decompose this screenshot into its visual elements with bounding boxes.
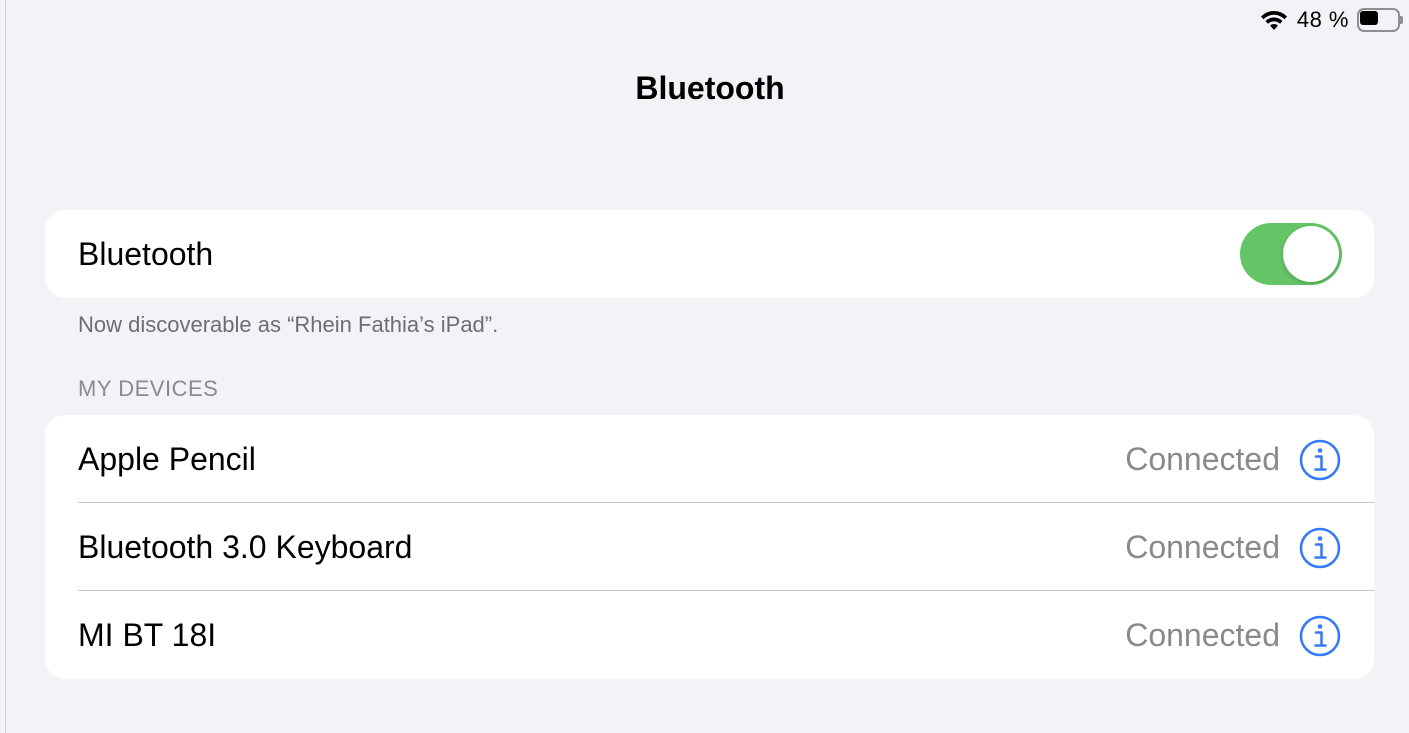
- toggle-knob: [1283, 226, 1339, 282]
- bluetooth-toggle-row: Bluetooth: [45, 210, 1374, 298]
- battery-icon: [1357, 8, 1403, 32]
- device-status: Connected: [1125, 441, 1280, 477]
- battery-percentage: 48 %: [1296, 7, 1349, 32]
- bluetooth-toggle-switch[interactable]: [1240, 223, 1342, 285]
- bluetooth-toggle-label: Bluetooth: [78, 236, 214, 272]
- device-name: Apple Pencil: [78, 441, 256, 477]
- device-row-bluetooth-keyboard[interactable]: Bluetooth 3.0 Keyboard Connected: [45, 503, 1374, 591]
- info-icon[interactable]: [1299, 615, 1341, 657]
- status-bar: 48 %: [1259, 6, 1403, 34]
- device-status: Connected: [1125, 617, 1280, 653]
- device-status: Connected: [1125, 529, 1280, 565]
- my-devices-header: MY DEVICES: [78, 376, 219, 401]
- my-devices-list: Apple Pencil Connected Bluetooth 3.0 Key…: [45, 415, 1374, 679]
- discoverable-note: Now discoverable as “Rhein Fathia’s iPad…: [78, 312, 499, 337]
- device-name: Bluetooth 3.0 Keyboard: [78, 529, 413, 565]
- device-row-apple-pencil[interactable]: Apple Pencil Connected: [45, 415, 1374, 503]
- page-title: Bluetooth: [635, 70, 785, 106]
- battery-level-fill: [1360, 11, 1378, 25]
- info-icon[interactable]: [1299, 439, 1341, 481]
- bluetooth-toggle-card: Bluetooth: [45, 210, 1374, 298]
- device-name: MI BT 18I: [78, 617, 217, 653]
- wifi-icon: [1260, 10, 1287, 30]
- sidebar-edge: [0, 0, 6, 733]
- device-row-mi-bt-18i[interactable]: MI BT 18I Connected: [45, 591, 1374, 679]
- info-icon[interactable]: [1299, 527, 1341, 569]
